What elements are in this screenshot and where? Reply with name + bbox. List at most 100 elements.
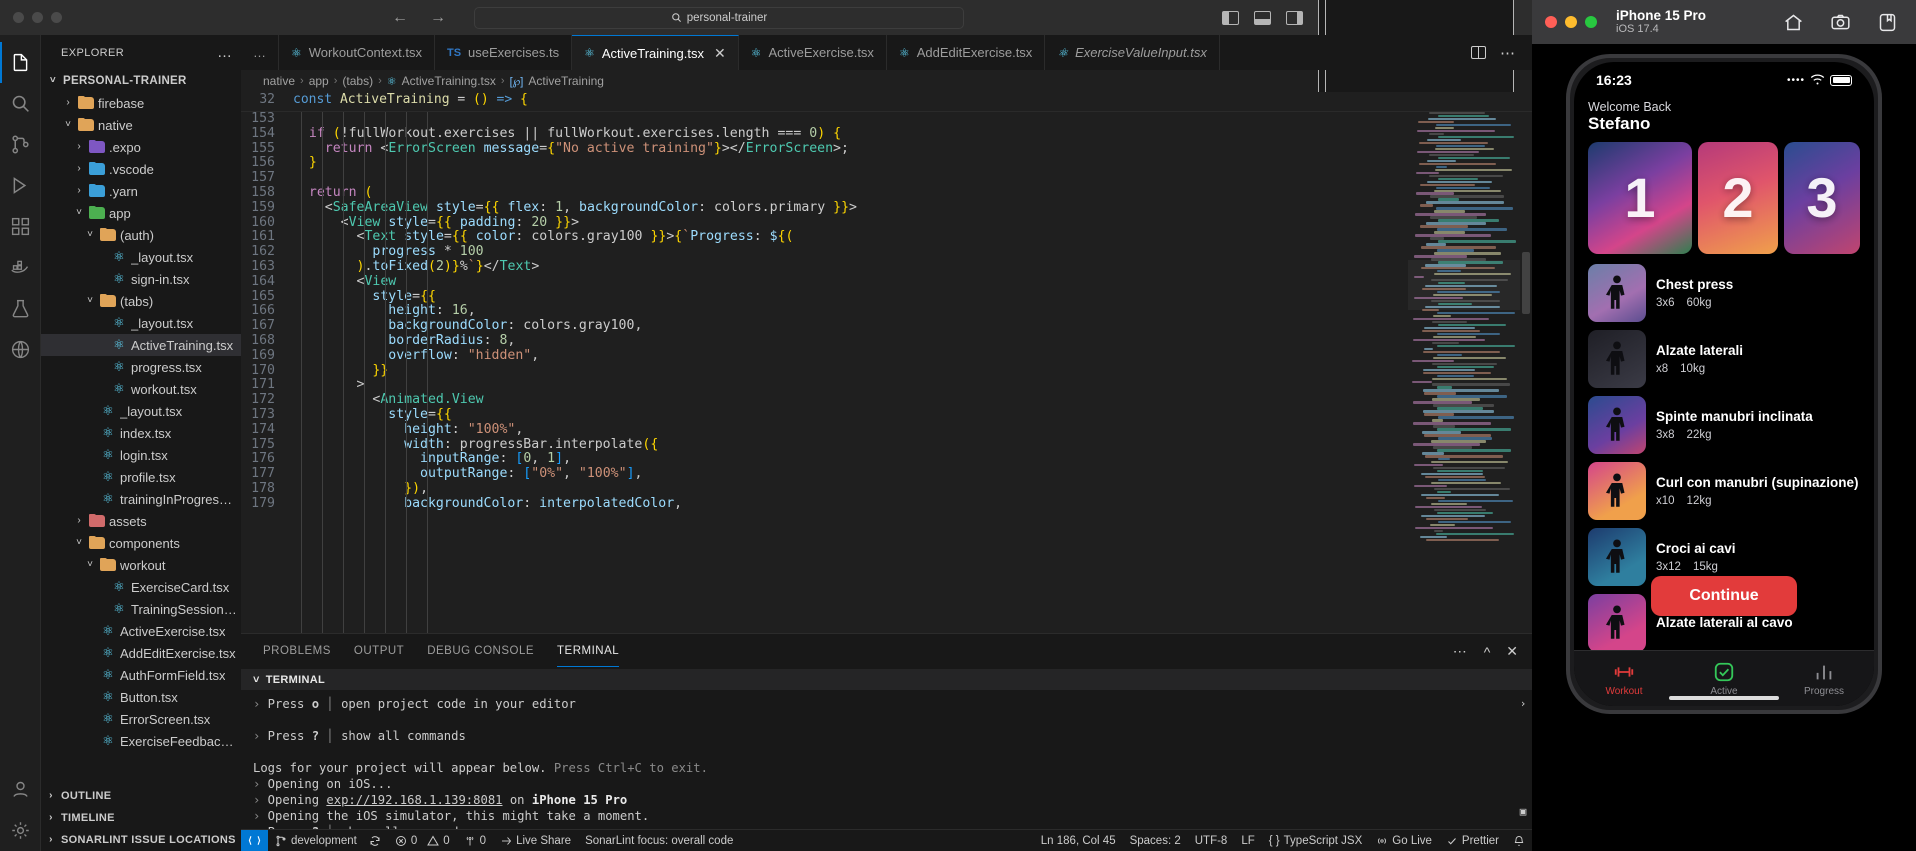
code-line[interactable]: 161 <Text style={{ color: colors.gray100…: [241, 229, 1408, 245]
chevron-down-icon[interactable]: ˅: [62, 120, 74, 130]
status-cursor-position[interactable]: Ln 186, Col 45: [1034, 830, 1123, 851]
code-line[interactable]: 165 style={{: [241, 289, 1408, 305]
panel-tab-problems[interactable]: PROBLEMS: [263, 637, 331, 666]
toggle-panel-icon[interactable]: [1254, 10, 1271, 25]
tree-item-authformfield-tsx[interactable]: ⚛ AuthFormField.tsx: [41, 664, 241, 686]
manage-settings-button[interactable]: [0, 810, 41, 851]
line-content[interactable]: borderRadius: 8,: [293, 333, 515, 349]
tree-item-traininginprogress-tsx[interactable]: ⚛ trainingInProgress.tsx: [41, 488, 241, 510]
line-content[interactable]: return <ErrorScreen message={"No active …: [293, 141, 849, 157]
code-line[interactable]: 153: [241, 111, 1408, 127]
tree-item-workout-tsx[interactable]: ⚛ workout.tsx: [41, 378, 241, 400]
tree-item-exercisefeedback-tsx[interactable]: ⚛ ExerciseFeedback.tsx: [41, 730, 241, 752]
terminal-sidebar-actions[interactable]: › ▣: [1514, 690, 1532, 829]
breadcrumb-item[interactable]: ActiveTraining: [528, 74, 604, 88]
tree-item-activetraining-tsx[interactable]: ⚛ ActiveTraining.tsx: [41, 334, 241, 356]
panel-tab-output[interactable]: OUTPUT: [354, 637, 404, 666]
status-problems[interactable]: 0 0: [388, 830, 457, 851]
code-line[interactable]: 163 ).toFixed(2)}%`}</Text>: [241, 259, 1408, 275]
chevron-right-icon[interactable]: ›: [62, 98, 74, 108]
more-options-icon[interactable]: [1877, 12, 1898, 33]
chevron-down-icon[interactable]: ˅: [253, 674, 260, 686]
tree-item-index-tsx[interactable]: ⚛ index.tsx: [41, 422, 241, 444]
code-line[interactable]: 172 <Animated.View: [241, 392, 1408, 408]
tree-item-assets[interactable]: › assets: [41, 510, 241, 532]
exercise-row[interactable]: Curl con manubri (supinazione) x10 12kg: [1588, 461, 1860, 521]
code-line[interactable]: 162 progress * 100: [241, 244, 1408, 260]
tree-item-sign-in-tsx[interactable]: ⚛ sign-in.tsx: [41, 268, 241, 290]
chevron-down-icon[interactable]: ˅: [73, 538, 85, 548]
code-line[interactable]: 155 return <ErrorScreen message={"No act…: [241, 141, 1408, 157]
panel-tabs[interactable]: PROBLEMS OUTPUT DEBUG CONSOLE TERMINAL: [263, 637, 620, 667]
line-content[interactable]: ).toFixed(2)}%`}</Text>: [293, 259, 540, 275]
line-content[interactable]: backgroundColor: interpolatedColor,: [293, 496, 682, 512]
simulator-toolbar[interactable]: [1783, 12, 1898, 33]
tree-item--yarn[interactable]: › .yarn: [41, 180, 241, 202]
chevron-down-icon[interactable]: ˅: [84, 560, 96, 570]
workout-carousel[interactable]: 1 2 3: [1588, 142, 1860, 254]
code-line[interactable]: 171 >: [241, 377, 1408, 393]
sidebar-item-run-and-debug[interactable]: [0, 165, 41, 206]
panel-actions[interactable]: ⋯ ^ ✕: [1453, 643, 1532, 660]
terminal-split-icon[interactable]: ▣: [1520, 804, 1527, 820]
simulator-close-button[interactable]: [1545, 16, 1557, 28]
maximize-panel-icon[interactable]: ^: [1484, 644, 1491, 660]
simulator-minimize-button[interactable]: [1565, 16, 1577, 28]
editor-tab-actions[interactable]: ⋯: [1455, 35, 1532, 70]
screenshot-icon[interactable]: [1830, 12, 1851, 33]
line-content[interactable]: outputRange: ["0%", "100%"],: [293, 466, 642, 482]
minimize-window-button[interactable]: [32, 12, 43, 23]
tree-item--layout-tsx[interactable]: ⚛ _layout.tsx: [41, 312, 241, 334]
code-line[interactable]: 166 height: 16,: [241, 303, 1408, 319]
tree-item-profile-tsx[interactable]: ⚛ profile.tsx: [41, 466, 241, 488]
line-content[interactable]: backgroundColor: colors.gray100,: [293, 318, 642, 334]
sidebar-item-docker[interactable]: [0, 247, 41, 288]
tree-item-addeditexercise-tsx[interactable]: ⚛ AddEditExercise.tsx: [41, 642, 241, 664]
tree-item-app[interactable]: ˅ app: [41, 202, 241, 224]
chevron-down-icon[interactable]: ˅: [73, 208, 85, 218]
line-content[interactable]: <Text style={{ color: colors.gray100 }}>…: [293, 229, 794, 245]
exercise-row[interactable]: Spinte manubri inclinata 3x8 22kg: [1588, 395, 1860, 455]
command-center-search[interactable]: personal-trainer: [474, 6, 964, 29]
file-tree[interactable]: ˅ PERSONAL-TRAINER › firebase ˅ native › .expo ›…: [41, 70, 241, 785]
remote-window-indicator[interactable]: [241, 829, 268, 851]
status-language-mode[interactable]: { } TypeScript JSX: [1262, 830, 1370, 851]
status-indentation[interactable]: Spaces: 2: [1123, 830, 1188, 851]
chevron-right-icon[interactable]: ›: [45, 813, 57, 823]
chevron-right-icon[interactable]: ›: [45, 791, 57, 801]
status-notifications[interactable]: [1506, 830, 1532, 851]
editor-tab-workoutcontext-tsx[interactable]: ⚛ WorkoutContext.tsx: [279, 35, 435, 70]
chevron-down-icon[interactable]: ˅: [84, 230, 96, 240]
status-sonarlint[interactable]: SonarLint focus: overall code: [578, 830, 740, 851]
tree-item-workout[interactable]: ˅ workout: [41, 554, 241, 576]
panel-tab-debug-console[interactable]: DEBUG CONSOLE: [427, 637, 534, 666]
line-content[interactable]: }: [293, 155, 317, 171]
close-tab-icon[interactable]: ✕: [714, 45, 726, 62]
tree-item--layout-tsx[interactable]: ⚛ _layout.tsx: [41, 400, 241, 422]
tree-item-exercisecard-tsx[interactable]: ⚛ ExerciseCard.tsx: [41, 576, 241, 598]
chevron-right-icon[interactable]: ›: [73, 516, 85, 526]
maximize-window-button[interactable]: [51, 12, 62, 23]
code-line[interactable]: 177 outputRange: ["0%", "100%"],: [241, 466, 1408, 482]
line-content[interactable]: }),: [293, 481, 428, 497]
line-content[interactable]: inputRange: [0, 1],: [293, 451, 571, 467]
sidebar-item-source-control[interactable]: [0, 124, 41, 165]
line-content[interactable]: <View: [293, 274, 397, 290]
tree-item-components[interactable]: ˅ components: [41, 532, 241, 554]
tree-item-trainingsessionselector-t-[interactable]: ⚛ TrainingSessionSelector.t…: [41, 598, 241, 620]
line-content[interactable]: >: [293, 377, 365, 393]
toggle-secondary-sidebar-icon[interactable]: [1286, 10, 1303, 25]
line-content[interactable]: return (: [293, 185, 373, 201]
go-back-icon[interactable]: ←: [392, 9, 408, 27]
app-content[interactable]: Welcome Back Stefano 1 2 3 Chest press 3x…: [1574, 98, 1874, 650]
editor-minimap[interactable]: [1408, 92, 1520, 633]
chevron-right-icon[interactable]: ›: [45, 835, 57, 845]
workspace-root[interactable]: ˅ PERSONAL-TRAINER: [41, 70, 241, 92]
editor-tab-activetraining-tsx[interactable]: ⚛ ActiveTraining.tsx ✕: [572, 35, 739, 70]
sidebar-item-search[interactable]: [0, 83, 41, 124]
tree-item--tabs-[interactable]: ˅ (tabs): [41, 290, 241, 312]
panel-more-actions-icon[interactable]: ⋯: [1453, 643, 1468, 660]
sidebar-section-outline[interactable]: › OUTLINE: [41, 785, 241, 807]
code-line[interactable]: 169 overflow: "hidden",: [241, 348, 1408, 364]
sidebar-sections[interactable]: › OUTLINE › TIMELINE › SONARLINT ISSUE LOCATI…: [41, 785, 241, 851]
